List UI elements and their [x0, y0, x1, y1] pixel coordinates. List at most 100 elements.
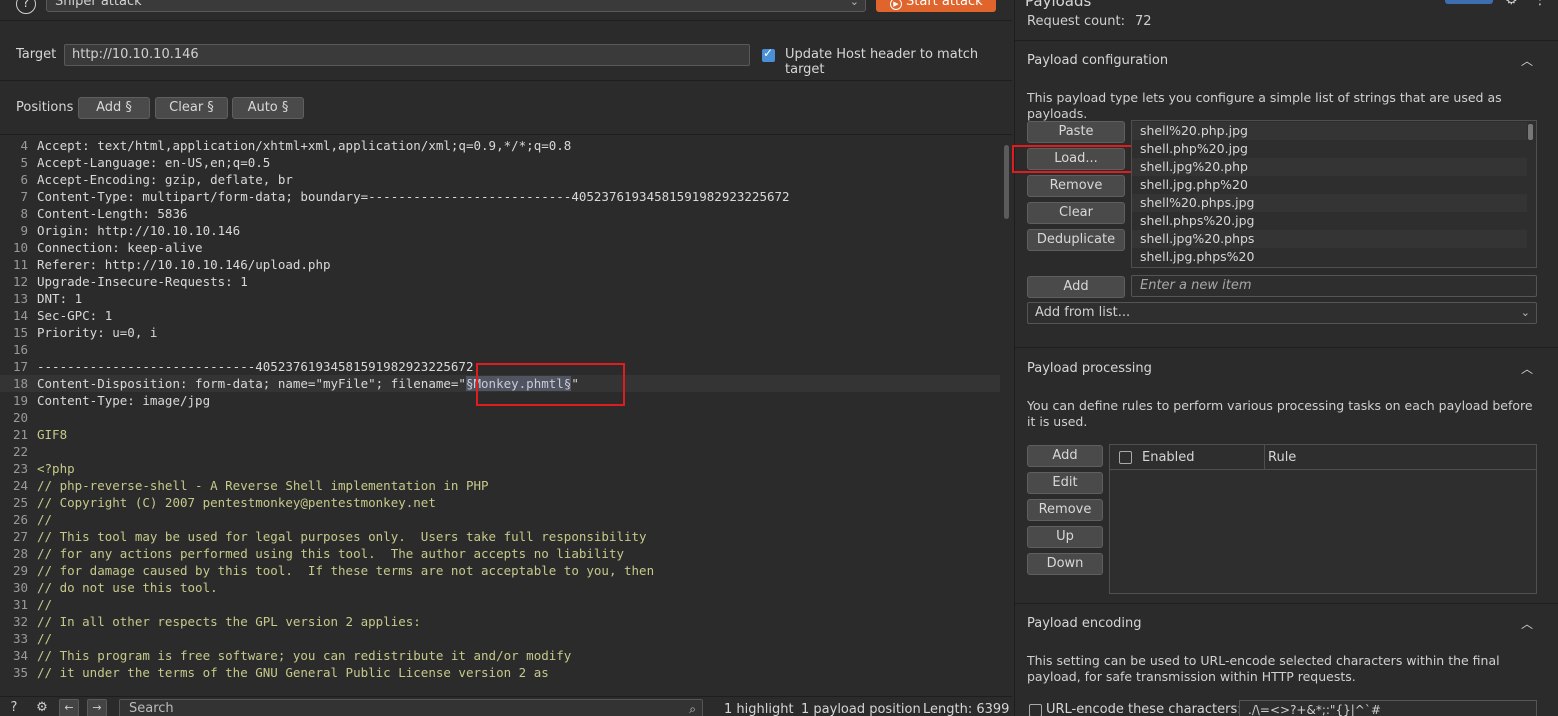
start-attack-label: Start attack — [906, 0, 983, 9]
collapse-chevron-icon[interactable]: ︿ — [1521, 52, 1533, 69]
line-text: // — [37, 512, 53, 527]
start-attack-button[interactable]: ▶ Start attack — [876, 0, 996, 12]
help-icon[interactable]: ? — [16, 0, 36, 14]
annotation-highlight-box — [476, 363, 625, 406]
line-number: 8 — [20, 206, 28, 221]
list-item[interactable]: shell%20.php.jpg — [1132, 122, 1527, 140]
add-rule-button[interactable]: Add — [1027, 445, 1103, 467]
line-text: Accept-Language: en-US,en;q=0.5 — [37, 155, 271, 170]
chevron-down-icon: ⌄ — [1520, 306, 1530, 319]
line-text: -----------------------------40523761934… — [37, 359, 474, 374]
code-line: 23 <?php — [0, 460, 1000, 477]
line-number: 20 — [12, 410, 28, 425]
code-line: 26 // — [0, 511, 1000, 528]
add-marker-button[interactable]: Add § — [78, 97, 150, 119]
settings-gear-icon[interactable]: ⚙ — [32, 699, 52, 716]
line-text: GIF8 — [37, 427, 68, 442]
list-item[interactable]: shell.jpg%20.phps — [1132, 230, 1527, 248]
editor-scrollbar[interactable] — [1004, 145, 1009, 219]
add-from-list-select[interactable]: Add from list... ⌄ — [1027, 302, 1537, 324]
list-item[interactable]: shell.jpg%20.php — [1132, 158, 1527, 176]
divider — [0, 20, 1012, 21]
request-count-value: 72 — [1135, 14, 1152, 29]
payload-config-title: Payload configuration — [1027, 53, 1169, 68]
url-encode-chars-input[interactable]: ./\=<>?+&*;:"{}|^`# — [1239, 700, 1537, 716]
deduplicate-button[interactable]: Deduplicate — [1027, 229, 1125, 251]
target-input[interactable]: http://10.10.10.146 — [64, 44, 750, 66]
more-icon[interactable]: ⋮ — [1533, 0, 1547, 8]
col-rule: Rule — [1268, 450, 1297, 465]
request-editor[interactable]: 4 Accept: text/html,application/xhtml+xml… — [0, 134, 1012, 686]
code-line: 5 Accept-Language: en-US,en;q=0.5 — [0, 154, 1000, 171]
code-line: 15 Priority: u=0, i — [0, 324, 1000, 341]
auto-markers-button[interactable]: Auto § — [232, 97, 304, 119]
forward-arrow-icon[interactable]: → — [87, 699, 107, 716]
new-item-input[interactable]: Enter a new item — [1131, 275, 1537, 297]
code-line: 22 — [0, 443, 1000, 460]
list-scrollbar[interactable] — [1528, 124, 1533, 140]
request-length: Length: 6399 — [923, 702, 1010, 716]
code-line: 13 DNT: 1 — [0, 290, 1000, 307]
list-item[interactable]: shell.phps%20.jpg — [1132, 212, 1527, 230]
update-host-checkbox[interactable] — [762, 46, 775, 62]
line-text: // it under the terms of the GNU General… — [37, 665, 549, 680]
line-number: 16 — [12, 342, 28, 357]
attack-type-select[interactable]: Sniper attack ⌄ — [46, 0, 866, 12]
list-item[interactable]: shell%20.phps.jpg — [1132, 194, 1527, 212]
remove-button[interactable]: Remove — [1027, 175, 1125, 197]
clear-button[interactable]: Clear — [1027, 202, 1125, 224]
url-encode-label: URL-encode these characters: — [1046, 702, 1242, 716]
add-item-button[interactable]: Add — [1027, 276, 1125, 298]
highlight-count: 1 highlight — [724, 702, 794, 716]
back-arrow-icon[interactable]: ← — [59, 699, 79, 716]
line-number: 28 — [12, 546, 28, 561]
search-icon: ⌕ — [689, 702, 696, 716]
attack-toolbar: ? Sniper attack ⌄ ▶ Start attack — [0, 0, 1012, 18]
url-encode-checkbox[interactable] — [1029, 704, 1042, 716]
line-text: Content-Type: multipart/form-data; bound… — [37, 189, 790, 204]
line-number: 14 — [12, 308, 28, 323]
processing-rules-table[interactable]: Enabled Rule — [1109, 444, 1537, 594]
line-number: 12 — [12, 274, 28, 289]
line-number: 24 — [12, 478, 28, 493]
gear-icon[interactable]: ⚙ — [1505, 0, 1518, 8]
code-line: 9 Origin: http://10.10.10.146 — [0, 222, 1000, 239]
help-icon[interactable]: ? — [4, 699, 24, 716]
payloads-toggle[interactable] — [1445, 0, 1493, 4]
line-number: 21 — [12, 427, 28, 442]
clear-markers-button[interactable]: Clear § — [155, 97, 228, 119]
code-line: 16 — [0, 341, 1000, 358]
list-item[interactable]: shell.jpg.phps%20 — [1132, 248, 1527, 266]
search-input[interactable]: Search ⌕ — [119, 699, 703, 716]
list-item[interactable]: shell.php%20.jpg — [1132, 140, 1527, 158]
line-number: 4 — [20, 138, 28, 153]
list-item[interactable]: shell.jpg.php%20 — [1132, 176, 1527, 194]
divider — [1015, 347, 1558, 348]
collapse-chevron-icon[interactable]: ︿ — [1521, 615, 1533, 632]
rules-table-header: Enabled Rule — [1110, 445, 1536, 470]
line-text: Connection: keep-alive — [37, 240, 203, 255]
line-text: DNT: 1 — [37, 291, 83, 306]
add-from-list-label: Add from list... — [1035, 305, 1131, 320]
line-text: // for any actions performed using this … — [37, 546, 624, 561]
code-line: 7 Content-Type: multipart/form-data; boun… — [0, 188, 1000, 205]
line-text: // — [37, 597, 53, 612]
move-rule-down-button[interactable]: Down — [1027, 553, 1103, 575]
collapse-chevron-icon[interactable]: ︿ — [1521, 360, 1533, 377]
line-text: <?php — [37, 461, 75, 476]
line-text: // In all other respects the GPL version… — [37, 614, 421, 629]
target-row: Target http://10.10.10.146 Update Host h… — [0, 38, 1012, 77]
remove-rule-button[interactable]: Remove — [1027, 499, 1103, 521]
payload-list[interactable]: shell%20.php.jpg shell.php%20.jpg shell.jp… — [1131, 120, 1537, 268]
col-enabled: Enabled — [1142, 450, 1195, 465]
line-number: 32 — [12, 614, 28, 629]
code-line: 11 Referer: http://10.10.10.146/upload.ph… — [0, 256, 1000, 273]
edit-rule-button[interactable]: Edit — [1027, 472, 1103, 494]
move-rule-up-button[interactable]: Up — [1027, 526, 1103, 548]
paste-button[interactable]: Paste — [1027, 121, 1125, 143]
line-number: 31 — [12, 597, 28, 612]
line-number: 18 — [12, 376, 28, 391]
select-all-checkbox[interactable] — [1119, 451, 1132, 464]
code-line: 8 Content-Length: 5836 — [0, 205, 1000, 222]
code-line: 30 // do not use this tool. — [0, 579, 1000, 596]
